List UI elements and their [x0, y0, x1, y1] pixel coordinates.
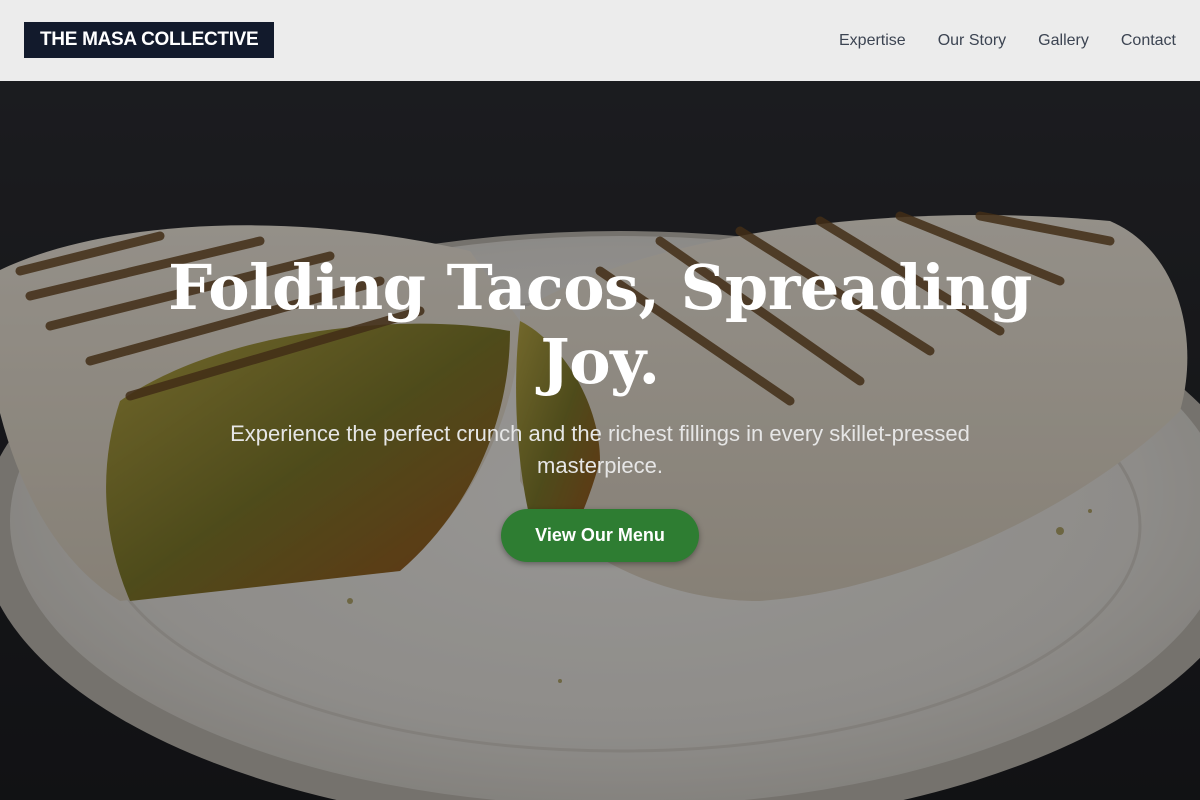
nav-link-contact[interactable]: Contact	[1121, 32, 1176, 50]
hero-subtitle: Experience the perfect crunch and the ri…	[230, 421, 970, 478]
hero-section: Folding Tacos, Spreading Joy. Experience…	[0, 81, 1200, 800]
hero-content: Folding Tacos, Spreading Joy. Experience…	[0, 81, 1200, 800]
nav-link-gallery[interactable]: Gallery	[1038, 32, 1089, 50]
view-menu-button[interactable]: View Our Menu	[501, 509, 699, 562]
nav-link-our-story[interactable]: Our Story	[938, 32, 1006, 50]
hero-title: Folding Tacos, Spreading Joy.	[168, 251, 1032, 398]
nav-link-expertise[interactable]: Expertise	[839, 32, 906, 50]
landing-page: THE MASA COLLECTIVE Expertise Our Story …	[0, 0, 1200, 800]
brand-logo[interactable]: THE MASA COLLECTIVE	[24, 22, 275, 58]
main-nav: Expertise Our Story Gallery Contact	[839, 0, 1176, 81]
site-header: THE MASA COLLECTIVE Expertise Our Story …	[0, 0, 1200, 81]
